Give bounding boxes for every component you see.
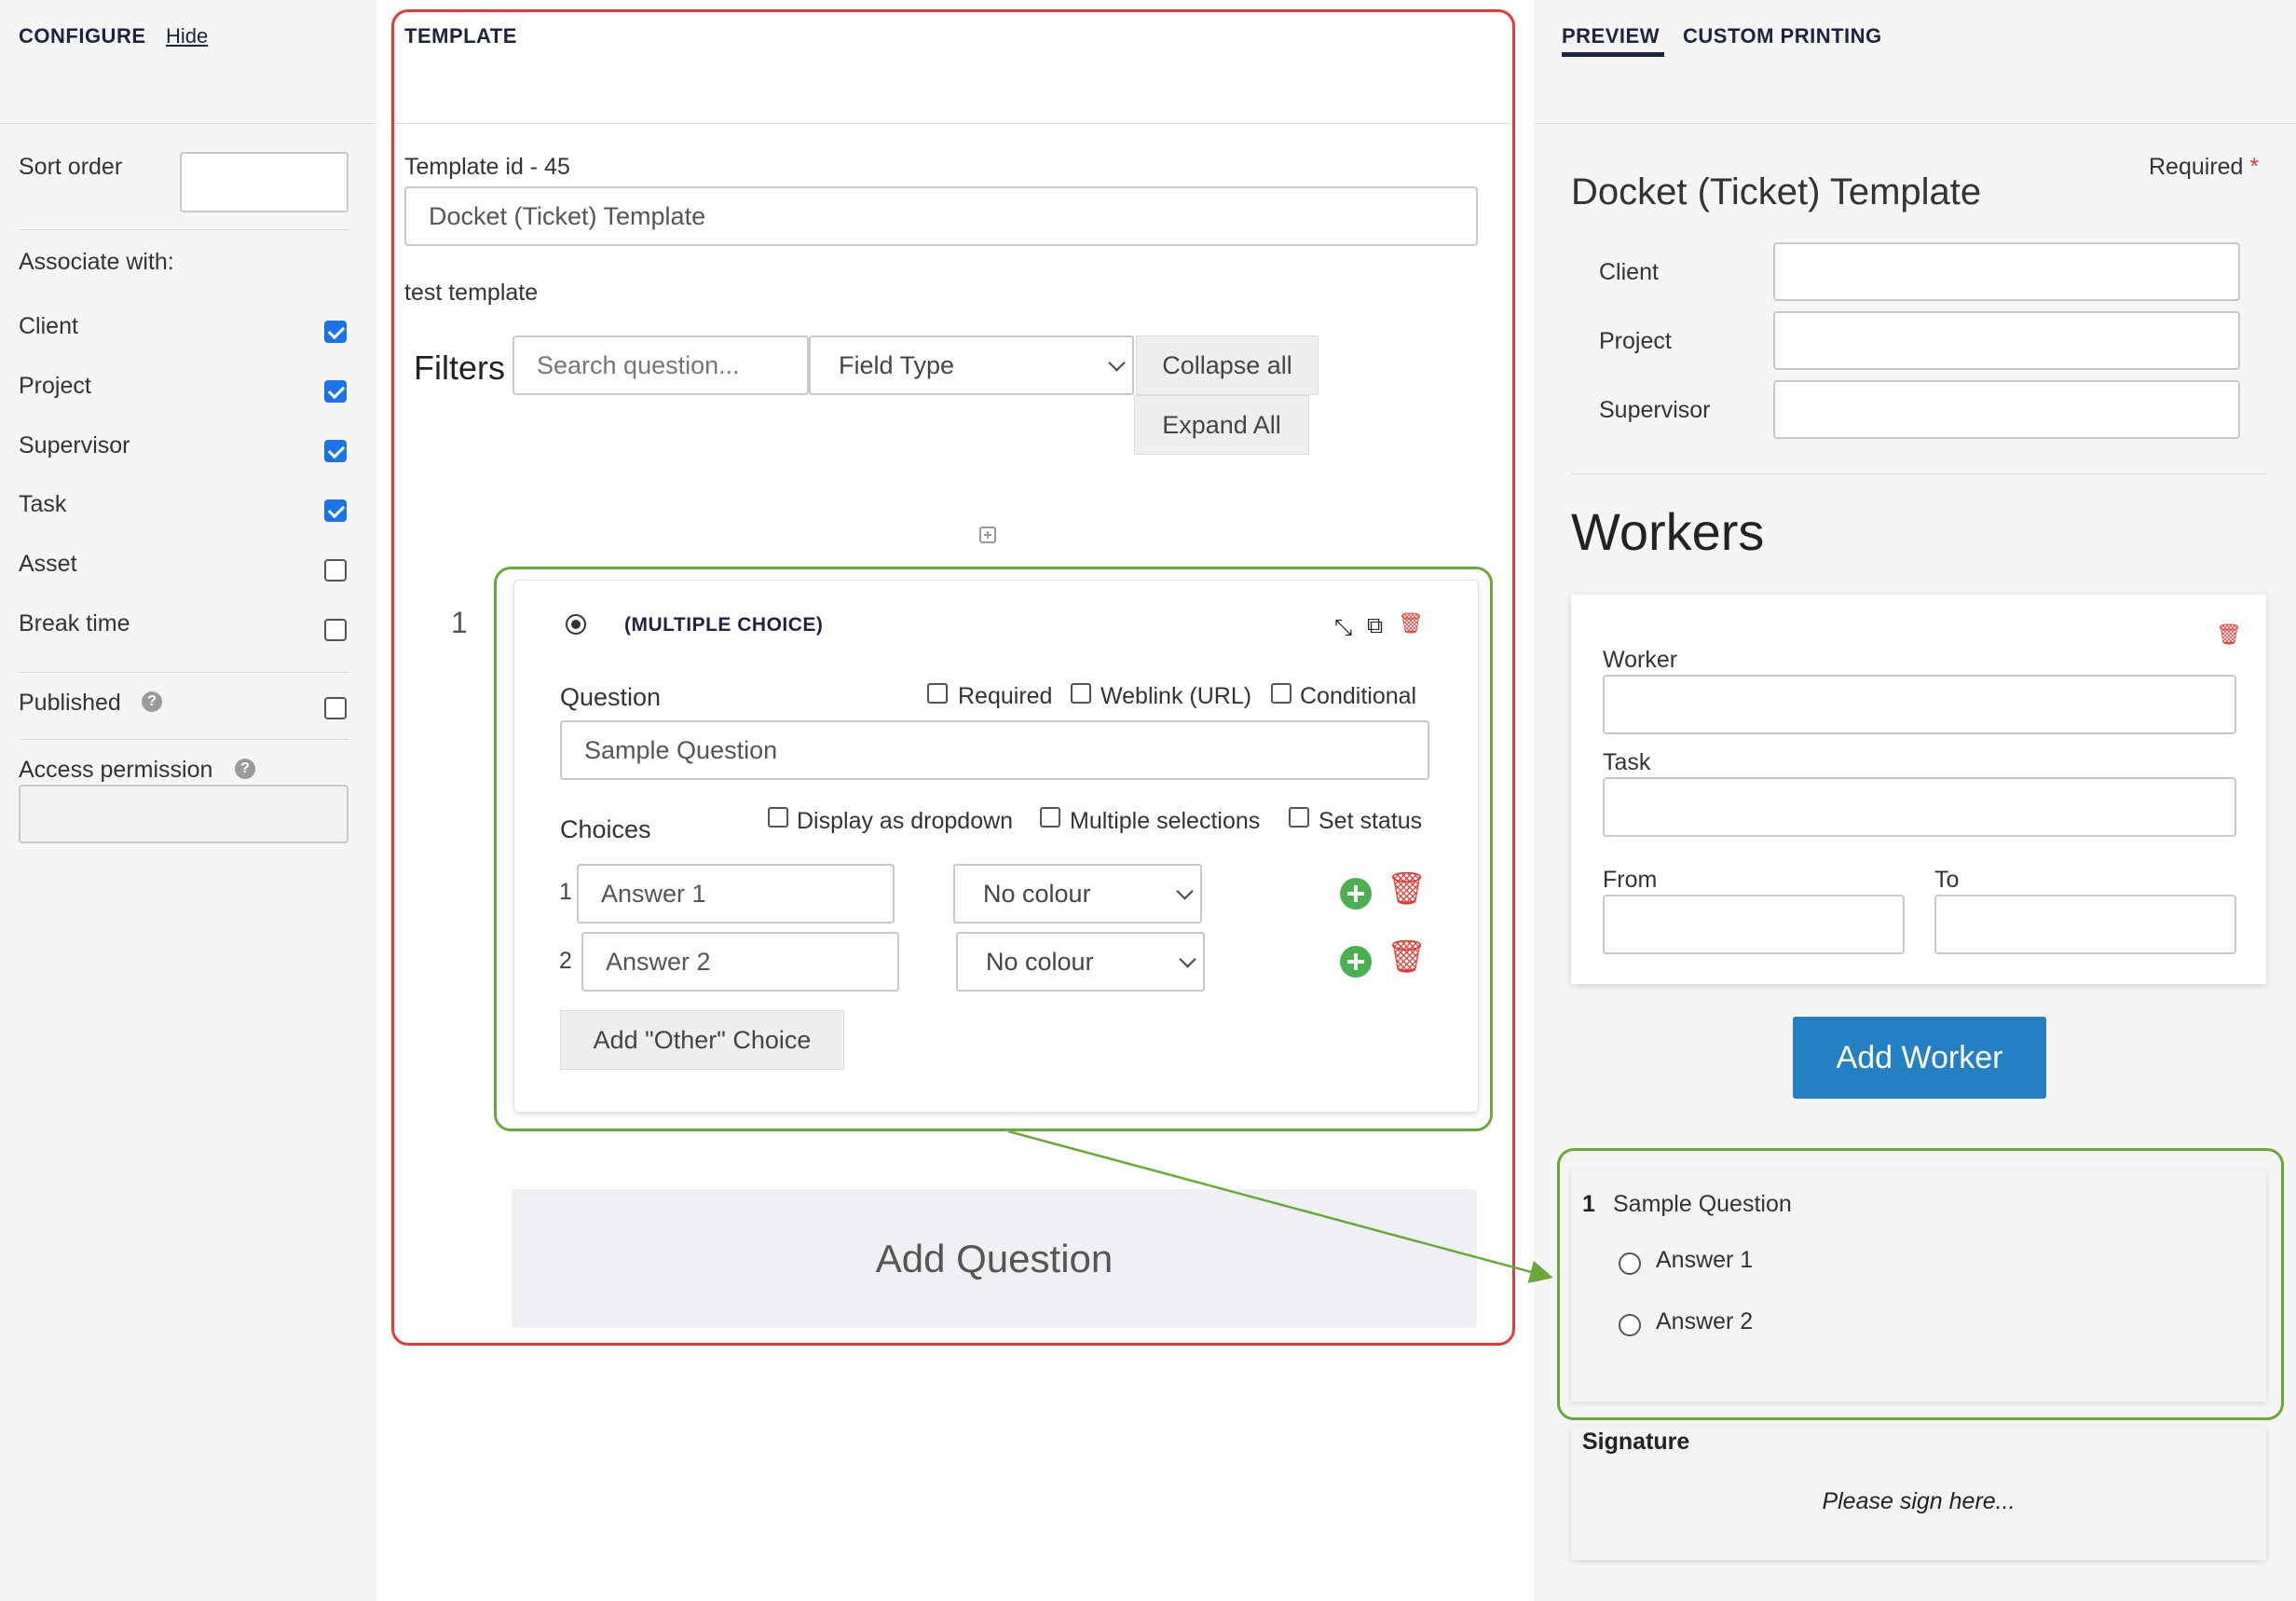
annotation-arrow [1007,1129,1553,1283]
signature-pad[interactable]: Please sign here... [1571,1488,2266,1515]
signature-label: Signature [1582,1429,1690,1455]
